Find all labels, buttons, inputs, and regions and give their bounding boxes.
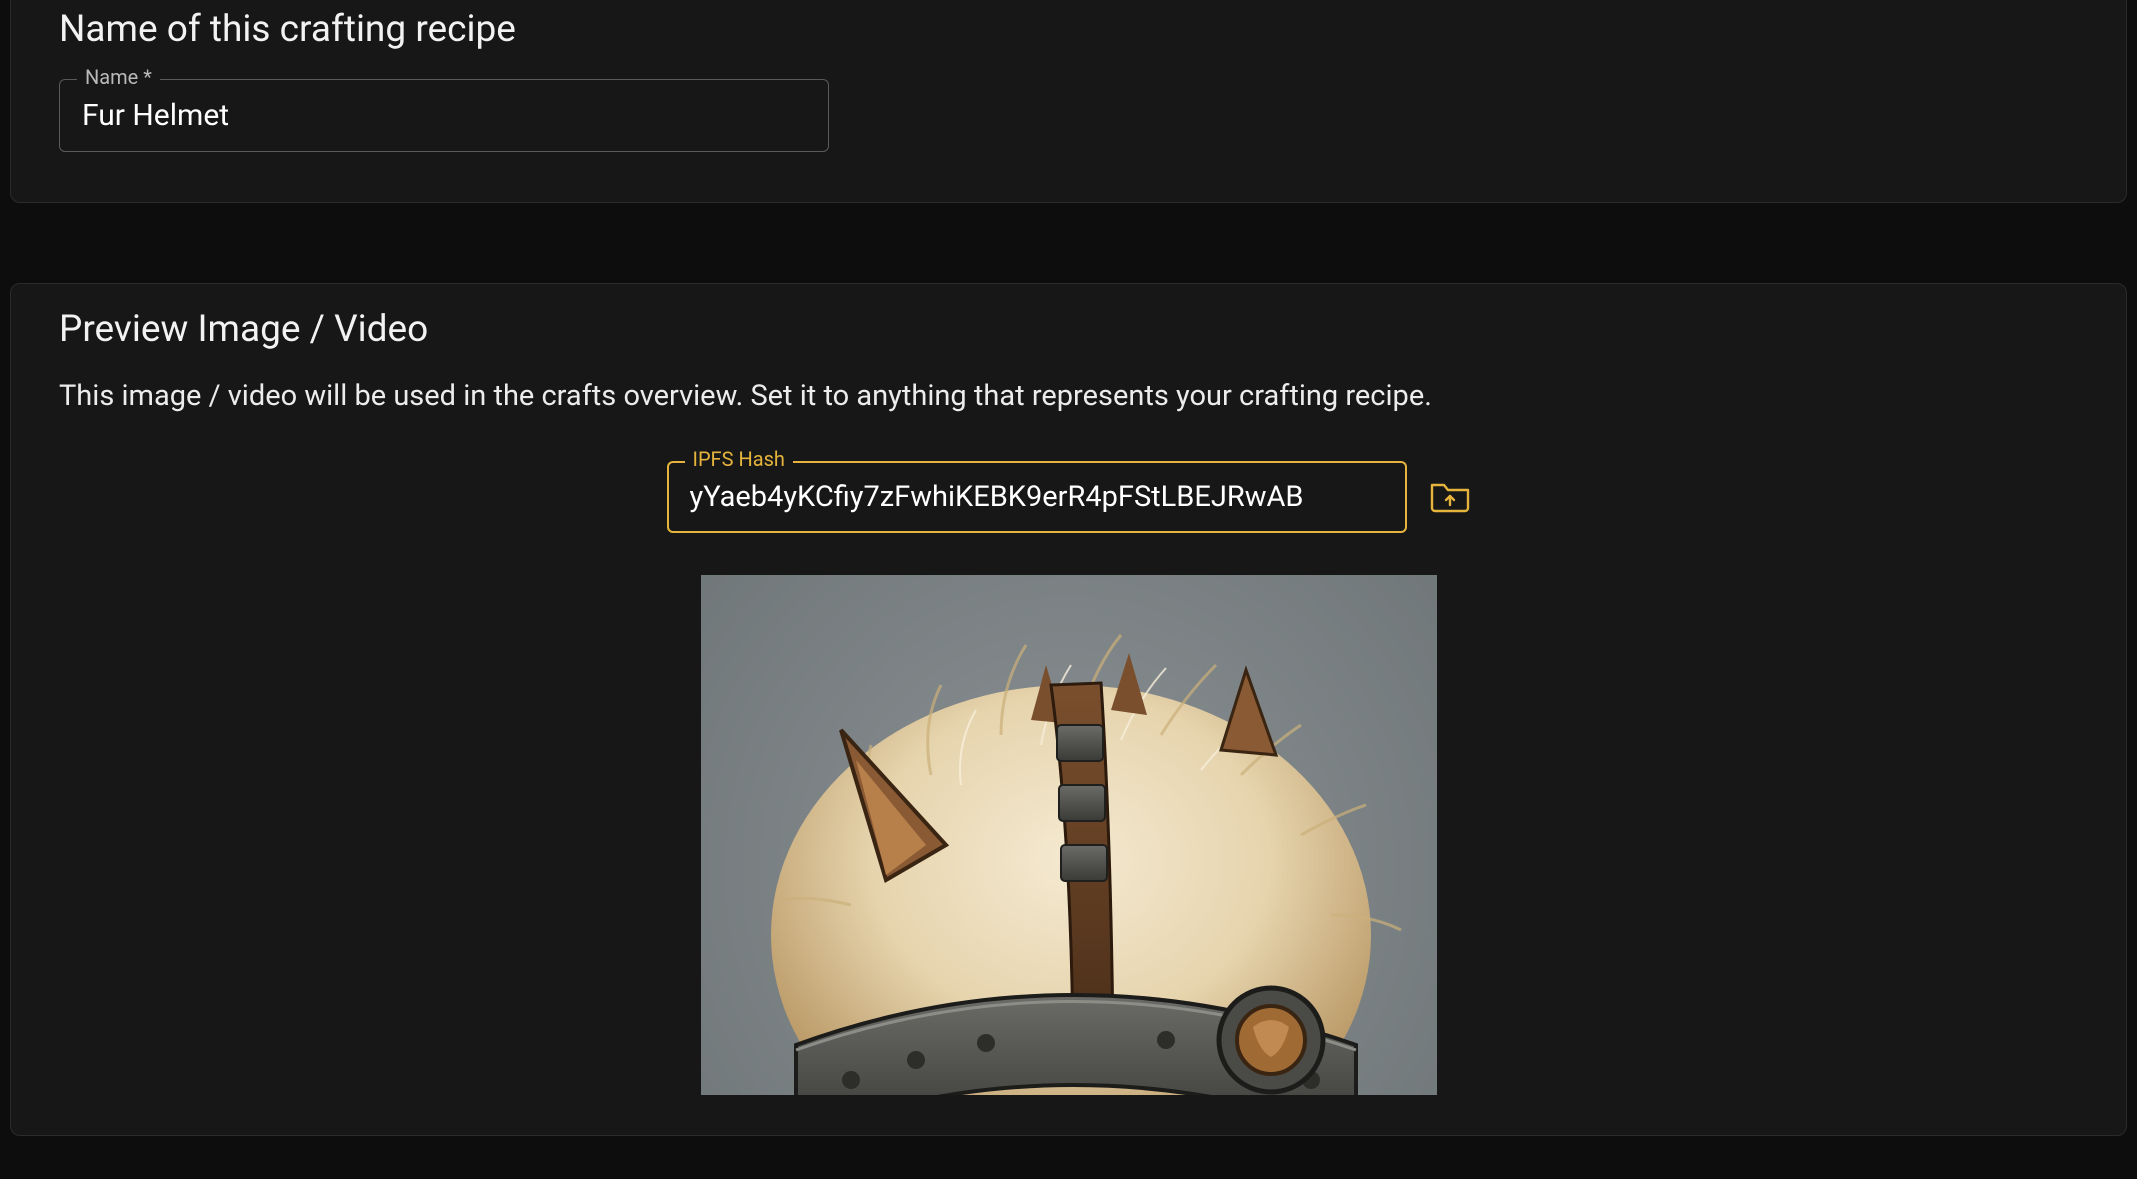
preview-section-description: This image / video will be used in the c… [59,379,2078,413]
name-field: Name * [59,79,829,152]
upload-folder-icon [1429,477,1471,517]
ipfs-field-label: IPFS Hash [685,449,793,469]
preview-image [701,575,1437,1095]
preview-image-wrap [59,575,2078,1095]
name-field-label: Name * [77,67,160,87]
ipfs-hash-input[interactable] [667,461,1407,533]
ipfs-field: IPFS Hash [667,461,1407,533]
name-section-title: Name of this crafting recipe [59,8,2078,51]
preview-section-title: Preview Image / Video [59,308,2078,351]
ipfs-row: IPFS Hash [59,461,2078,533]
name-section: Name of this crafting recipe Name * [10,0,2127,203]
preview-section: Preview Image / Video This image / video… [10,283,2127,1136]
upload-button[interactable] [1429,479,1471,515]
name-input[interactable] [59,79,829,152]
